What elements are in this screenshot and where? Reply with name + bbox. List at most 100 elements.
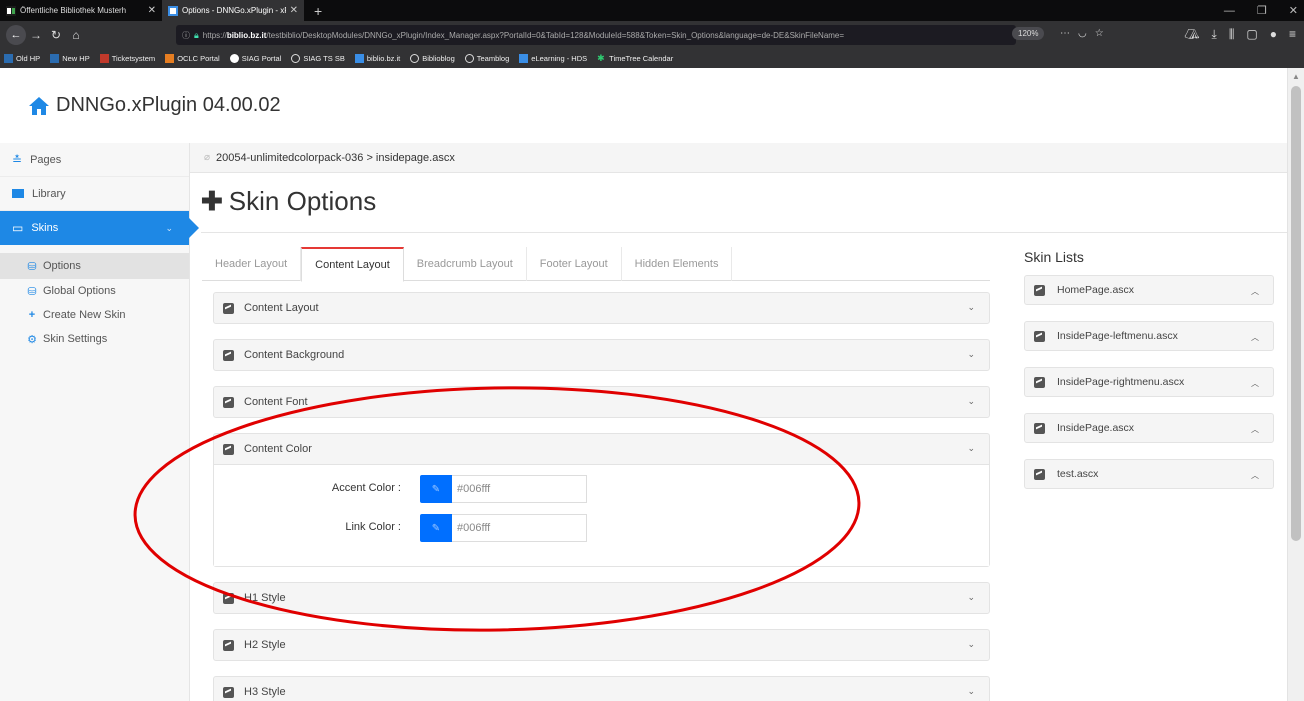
sidebar-item-pages[interactable]: ≛ Pages (0, 143, 189, 177)
browser-tab-active[interactable]: Options - DNNGo.xPlugin - xP ✕ (162, 0, 304, 21)
bookmark-item[interactable]: eLearning - HDS (519, 54, 587, 63)
panel-header[interactable]: Content Font ⌄ (214, 387, 989, 417)
window-close-icon[interactable]: ✕ (1289, 4, 1298, 17)
library-icon[interactable]: ⫼ (1229, 27, 1235, 42)
bookmark-item[interactable]: Biblioblog (410, 54, 455, 63)
chevron-up-icon[interactable]: ︿ (1251, 378, 1259, 389)
panel-content-layout[interactable]: Content Layout ⌄ (213, 292, 990, 324)
sidebar-toggle-icon[interactable]: ▢ (1246, 27, 1257, 42)
panel-content-color[interactable]: Content Color ⌄ Accent Color : ✎ Link Co… (213, 433, 990, 567)
dnngo-favicon-icon (168, 5, 178, 16)
chevron-up-icon[interactable]: ︿ (1251, 332, 1259, 343)
bookmark-item[interactable]: ✱ TimeTree Calendar (597, 54, 673, 64)
edit-icon (223, 302, 234, 314)
bookmark-icon (165, 54, 175, 63)
panel-header[interactable]: Content Background ⌄ (214, 340, 989, 370)
zoom-level[interactable]: 120% (1012, 27, 1045, 40)
panel-h3-style[interactable]: H3 Style ⌄ (213, 676, 990, 701)
url-bar[interactable]: ⓘ 🔒︎ https://biblio.bz.it/testbiblio/Des… (176, 25, 1016, 45)
url-actions: ⋯ ◡ ☆ (1060, 28, 1104, 39)
divider (201, 232, 1287, 233)
sidebar-item-library[interactable]: Library (0, 177, 189, 211)
restore-icon[interactable]: ❐ (1257, 4, 1267, 17)
breadcrumb-text: 20054-unlimitedcolorpack-036 > insidepag… (216, 151, 455, 164)
skin-icon: ▭ (12, 221, 24, 235)
bookmark-star-icon[interactable]: ☆ (1095, 28, 1104, 39)
close-tab-icon[interactable]: ✕ (290, 5, 298, 16)
reload-icon[interactable]: ↻ (46, 28, 66, 42)
minimize-icon[interactable]: — (1224, 5, 1235, 17)
panel-h1-style[interactable]: H1 Style ⌄ (213, 582, 990, 614)
chevron-up-icon[interactable]: ︿ (1251, 470, 1259, 481)
forward-icon[interactable]: → (26, 28, 46, 42)
sidebar-item-label: Skins (31, 222, 59, 234)
tab-breadcrumb-layout[interactable]: Breadcrumb Layout (404, 247, 527, 281)
tab-hidden-elements[interactable]: Hidden Elements (622, 247, 733, 281)
chevron-down-icon: ⌄ (967, 443, 975, 453)
app-header: DNNGo.xPlugin 04.00.02 (0, 68, 1287, 143)
tab-content-layout[interactable]: Content Layout (301, 247, 404, 282)
panel-header[interactable]: Content Color ⌄ (214, 434, 989, 464)
tab-footer-layout[interactable]: Footer Layout (527, 247, 622, 281)
bookmark-item[interactable]: SIAG TS SB (291, 54, 345, 63)
edit-icon (1034, 422, 1045, 434)
back-icon[interactable]: ← (6, 25, 26, 45)
accent-color-row: Accent Color : ✎ (214, 475, 991, 503)
menu-icon[interactable]: ≡ (1289, 27, 1296, 42)
sidebar-subitem-skin-settings[interactable]: ⚙ Skin Settings (0, 327, 189, 351)
download-icon[interactable]: ⤓ (1212, 27, 1217, 42)
skin-list-item[interactable]: InsidePage-rightmenu.ascx ︿ (1024, 367, 1274, 397)
panel-header[interactable]: Content Layout ⌄ (214, 293, 989, 323)
panel-h2-style[interactable]: H2 Style ⌄ (213, 629, 990, 661)
info-icon[interactable]: ⓘ (182, 30, 190, 41)
home-icon[interactable]: ⌂ (66, 28, 86, 42)
color-picker-swatch[interactable]: ✎ (420, 514, 452, 542)
browser-tab[interactable]: Öffentliche Bibliothek Musterh ✕ (0, 0, 162, 21)
breadcrumb: ⌀ 20054-unlimitedcolorpack-036 > insidep… (190, 143, 1287, 173)
new-tab-icon[interactable]: + (304, 3, 332, 19)
bookmark-icon (99, 54, 109, 63)
scrollbar-thumb[interactable] (1291, 86, 1301, 541)
chevron-up-icon[interactable]: ︿ (1251, 286, 1259, 297)
sidebar-item-label: Library (32, 187, 66, 200)
scroll-up-icon[interactable]: ▲ (1292, 72, 1300, 81)
bookmark-item[interactable]: Ticketsystem (99, 54, 155, 63)
panel-header[interactable]: H1 Style ⌄ (214, 583, 989, 613)
url-host: biblio.bz.it (226, 30, 267, 40)
sidebar-subitem-create-new-skin[interactable]: + Create New Skin (0, 303, 189, 327)
panel-content-background[interactable]: Content Background ⌄ (213, 339, 990, 371)
edit-icon (223, 396, 234, 408)
accent-color-input[interactable] (452, 475, 587, 503)
bookmark-item[interactable]: OCLC Portal (165, 54, 220, 63)
panel-header[interactable]: H2 Style ⌄ (214, 630, 989, 660)
close-tab-icon[interactable]: ✕ (148, 5, 156, 16)
bookmark-item[interactable]: SIAG Portal (229, 54, 281, 63)
extension-icon[interactable]: ⛺︎ (1184, 27, 1199, 42)
skin-list-item[interactable]: InsidePage.ascx ︿ (1024, 413, 1274, 443)
bookmark-item[interactable]: biblio.bz.it (354, 54, 400, 63)
skin-list-item[interactable]: test.ascx ︿ (1024, 459, 1274, 489)
sidebar-item-skins[interactable]: ▭ Skins ⌄ (0, 211, 199, 245)
color-picker-swatch[interactable]: ✎ (420, 475, 452, 503)
bookmark-item[interactable]: New HP (50, 54, 90, 63)
skin-list-item[interactable]: HomePage.ascx ︿ (1024, 275, 1274, 305)
panel-title: H1 Style (244, 592, 286, 604)
chevron-up-icon[interactable]: ︿ (1251, 424, 1259, 435)
more-actions-icon[interactable]: ⋯ (1060, 28, 1070, 39)
tab-header-layout[interactable]: Header Layout (202, 247, 302, 281)
account-icon[interactable]: ● (1270, 27, 1277, 42)
sidebar-subitem-global-options[interactable]: ⛁ Global Options (0, 279, 189, 303)
panel-content-font[interactable]: Content Font ⌄ (213, 386, 990, 418)
link-icon: ⌀ (204, 152, 211, 163)
link-color-input[interactable] (452, 514, 587, 542)
bookmark-item[interactable]: Old HP (4, 54, 40, 63)
skin-list-item[interactable]: InsidePage-leftmenu.ascx ︿ (1024, 321, 1274, 351)
page-scrollbar[interactable]: ▲ (1287, 68, 1304, 701)
sidebar-subitem-options[interactable]: ⛁ Options (0, 253, 189, 279)
globe-icon (410, 54, 420, 63)
skin-file-name: InsidePage-leftmenu.ascx (1057, 330, 1178, 342)
bookmark-item[interactable]: Teamblog (464, 54, 509, 63)
pocket-icon[interactable]: ◡ (1078, 28, 1087, 39)
panel-header[interactable]: H3 Style ⌄ (214, 677, 989, 701)
home-icon[interactable] (28, 96, 50, 116)
